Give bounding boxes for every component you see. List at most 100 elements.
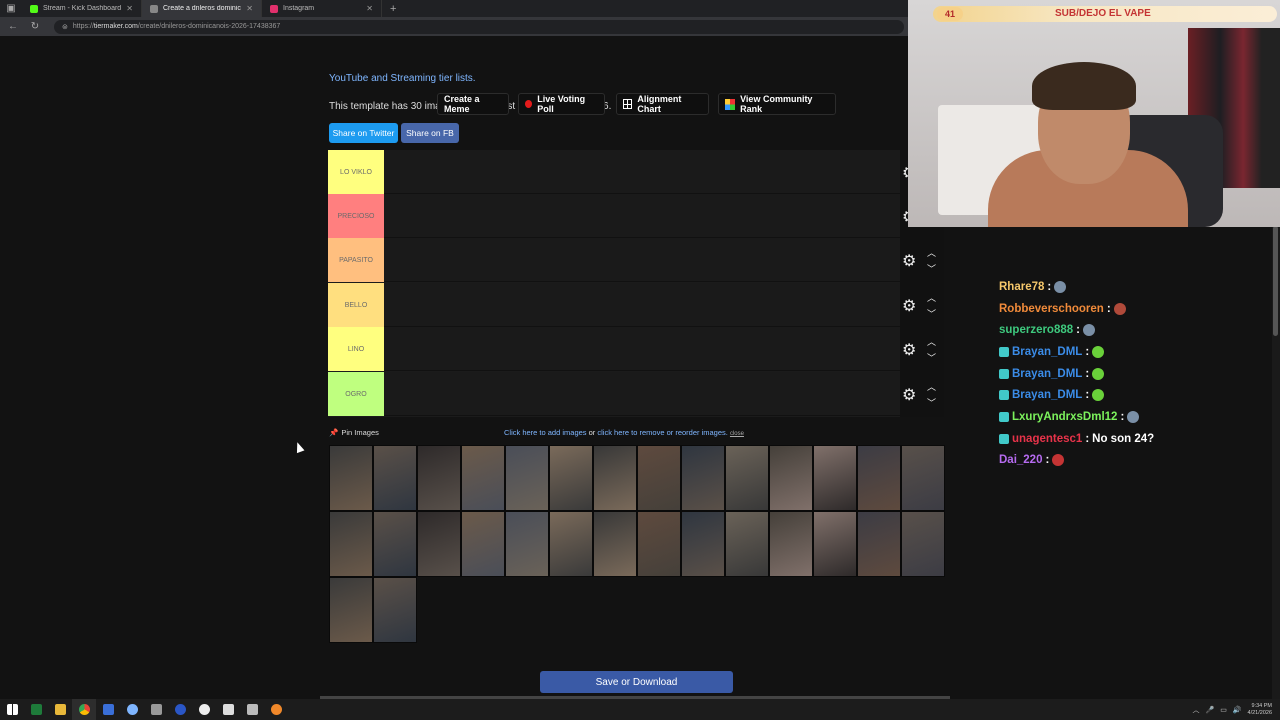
add-images-link[interactable]: Click here to add images [504,428,587,437]
tab-instagram[interactable]: Instagram ✕ [262,0,382,17]
chat-username[interactable]: Dai_220 [999,454,1042,466]
window-menu-icon[interactable]: ▣ [0,0,22,17]
site-info-icon[interactable]: ⊜ [62,23,68,31]
obs-icon[interactable] [192,699,216,720]
tier-image-thumb[interactable] [549,445,593,511]
reload-icon[interactable]: ↻ [28,21,42,32]
app-blue-circle-icon[interactable] [168,699,192,720]
chevron-down-icon[interactable]: ﹀ [927,396,936,409]
tier-image-thumb[interactable] [329,445,373,511]
new-tab-icon[interactable]: + [382,3,404,15]
tier-label-2[interactable]: PRECIOSO [328,194,384,238]
tier-image-thumb[interactable] [681,511,725,577]
save-download-button[interactable]: Save or Download [540,671,733,693]
chevron-down-icon[interactable]: ﹀ [927,351,936,364]
chevron-up-icon[interactable]: ︿ [927,335,936,348]
app-pen-icon[interactable] [144,699,168,720]
back-arrow-icon[interactable]: ← [6,21,20,32]
tier-image-thumb[interactable] [549,511,593,577]
app-shield-icon[interactable] [240,699,264,720]
tier-label-1[interactable]: LO VIKLO [328,150,384,194]
tier-image-thumb[interactable] [461,445,505,511]
tier-image-thumb[interactable] [505,511,549,577]
chat-username[interactable]: Brayan_DML [1012,389,1082,401]
pin-images-toggle[interactable]: 📌 Pin Images [329,428,379,437]
tab-kick-dashboard[interactable]: Stream - Kick Dashboard ✕ [22,0,142,17]
tier-image-thumb[interactable] [901,445,945,511]
tier-image-thumb[interactable] [857,445,901,511]
chat-username[interactable]: superzero888 [999,324,1073,336]
tier-row-5[interactable]: LINO [328,327,900,371]
alignment-chart-button[interactable]: Alignment Chart [616,93,709,115]
volume-icon[interactable]: 🔊 [1233,706,1242,714]
tab-tiermaker[interactable]: Create a dnleros dominicanois 20... ✕ [142,0,262,17]
chat-username[interactable]: unagentesc1 [1012,433,1082,445]
tier-image-thumb[interactable] [417,511,461,577]
scrollbar-thumb[interactable] [1273,226,1278,336]
gear-icon[interactable]: ⚙ [902,296,916,316]
tier-image-thumb[interactable] [681,445,725,511]
close-tab-icon[interactable]: ✕ [126,4,133,13]
tier-image-thumb[interactable] [813,511,857,577]
app-green-icon[interactable] [24,699,48,720]
tier-label-3[interactable]: PAPASITO [328,238,384,282]
chat-username[interactable]: Rhare78 [999,281,1044,293]
app-check-icon[interactable] [120,699,144,720]
close-tab-icon[interactable]: ✕ [366,4,373,13]
create-meme-button[interactable]: Create a Meme [437,93,509,115]
clock[interactable]: 9:34 PM 4/21/2026 [1248,703,1272,717]
tier-image-thumb[interactable] [769,511,813,577]
url-bar[interactable]: ⊜ https://tiermaker.com/create/dnileros-… [54,19,904,34]
tier-image-thumb[interactable] [725,445,769,511]
gear-icon[interactable]: ⚙ [902,385,916,405]
chevron-up-icon[interactable]: ︿ [927,380,936,393]
chevron-up-icon[interactable]: ︿ [1192,705,1199,715]
chevron-down-icon[interactable]: ﹀ [927,307,936,320]
tier-label-4[interactable]: BELLO [328,283,384,327]
tier-row-2[interactable]: PRECIOSO [328,194,900,238]
network-icon[interactable]: ▭ [1220,706,1227,714]
windows-start-icon[interactable] [0,699,24,720]
microphone-icon[interactable]: 🎤 [1205,706,1214,714]
chat-username[interactable]: Brayan_DML [1012,368,1082,380]
tier-image-thumb[interactable] [373,445,417,511]
remove-images-link[interactable]: click here to remove or reorder images. [597,428,727,437]
app-orange-icon[interactable] [264,699,288,720]
share-fb-button[interactable]: Share on FB [401,123,459,143]
tier-image-thumb[interactable] [461,511,505,577]
tier-label-5[interactable]: LINO [328,327,384,371]
app-calendar-icon[interactable] [216,699,240,720]
chrome-icon[interactable] [72,699,96,720]
tier-row-3[interactable]: PAPASITO [328,238,900,282]
chat-username[interactable]: Robbeverschooren [999,303,1104,315]
tier-row-4[interactable]: BELLO [328,283,900,327]
chat-username[interactable]: Brayan_DML [1012,346,1082,358]
chevron-up-icon[interactable]: ︿ [927,246,936,259]
tier-image-thumb[interactable] [637,445,681,511]
tier-image-thumb[interactable] [593,511,637,577]
close-tab-icon[interactable]: ✕ [246,4,253,13]
tier-image-thumb[interactable] [373,577,417,643]
chevron-down-icon[interactable]: ﹀ [927,262,936,275]
live-voting-poll-button[interactable]: Live Voting Poll [518,93,605,115]
tier-image-thumb[interactable] [813,445,857,511]
view-community-rank-button[interactable]: View Community Rank [718,93,836,115]
tier-image-thumb[interactable] [637,511,681,577]
tier-image-thumb[interactable] [329,577,373,643]
close-link[interactable]: close [730,431,744,437]
tier-image-thumb[interactable] [593,445,637,511]
chat-username[interactable]: LxuryAndrxsDml12 [1012,411,1117,423]
tier-label-6[interactable]: OGRO [328,372,384,416]
tier-row-1[interactable]: LO VIKLO [328,150,900,194]
file-explorer-icon[interactable] [48,699,72,720]
gear-icon[interactable]: ⚙ [902,340,916,360]
tier-row-6[interactable]: OGRO [328,372,900,416]
tier-image-thumb[interactable] [417,445,461,511]
streaming-tier-lists-link[interactable]: YouTube and Streaming tier lists. [329,73,476,84]
tier-image-thumb[interactable] [857,511,901,577]
gear-icon[interactable]: ⚙ [902,251,916,271]
tier-image-thumb[interactable] [373,511,417,577]
share-twitter-button[interactable]: Share on Twitter [329,123,398,143]
chevron-up-icon[interactable]: ︿ [927,291,936,304]
tier-image-thumb[interactable] [769,445,813,511]
